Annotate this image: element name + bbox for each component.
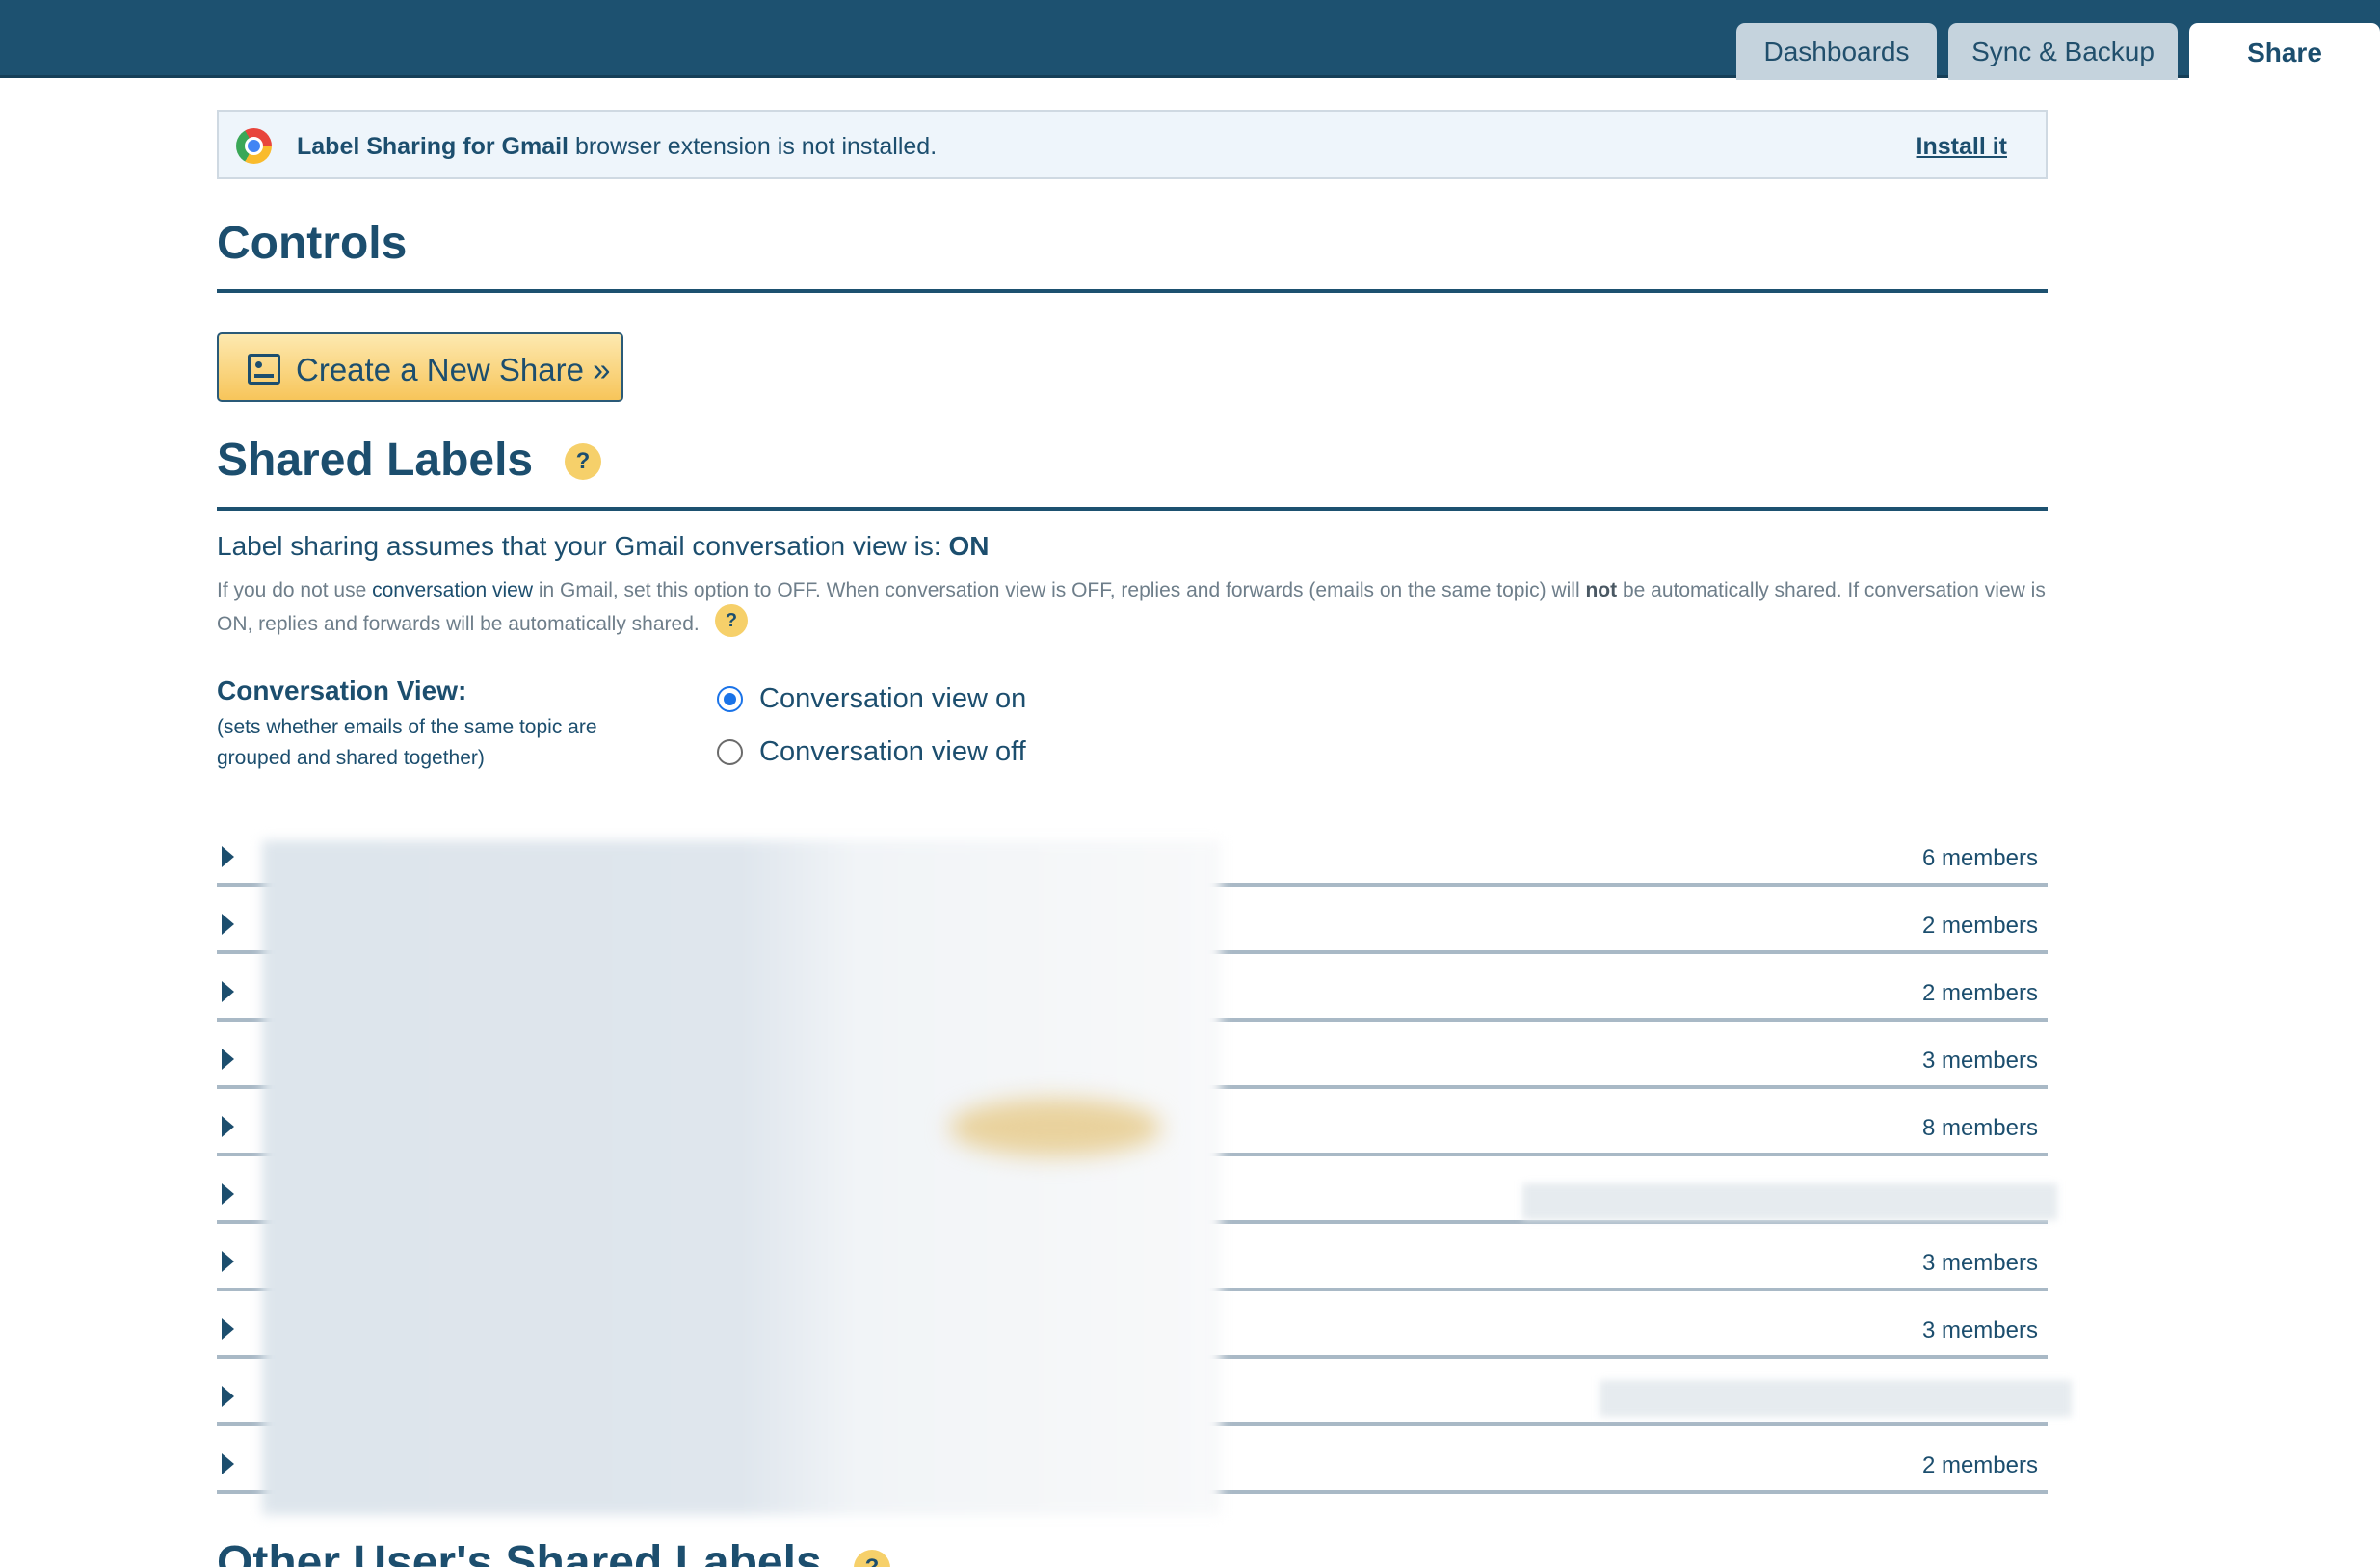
conversation-view-label: Conversation View: xyxy=(217,676,467,705)
tab-share[interactable]: Share xyxy=(2189,23,2380,83)
shared-labels-divider xyxy=(217,507,2048,511)
help-icon[interactable]: ? xyxy=(854,1550,890,1567)
member-count: 6 members xyxy=(1921,845,2038,871)
conversation-view-on-option[interactable]: Conversation view on xyxy=(717,683,1026,715)
expand-arrow-icon[interactable] xyxy=(222,1251,234,1272)
radio-button[interactable] xyxy=(717,739,743,765)
expand-arrow-icon[interactable] xyxy=(222,981,234,1002)
extension-name: Label Sharing for Gmail xyxy=(297,133,569,160)
member-count: 2 members xyxy=(1921,913,2038,939)
para-emphasis: not xyxy=(1585,579,1618,601)
para-text: in Gmail, set this option to OFF. When c… xyxy=(533,579,1586,601)
option-label: Conversation view on xyxy=(759,683,1027,714)
radio-button-selected[interactable] xyxy=(717,686,743,712)
expand-arrow-icon[interactable] xyxy=(222,1453,234,1474)
member-count: 3 members xyxy=(1921,1317,2038,1343)
expand-arrow-icon[interactable] xyxy=(222,1386,234,1407)
member-count: 2 members xyxy=(1921,980,2038,1006)
para-text: If you do not use xyxy=(217,579,373,601)
redacted-text-strip xyxy=(1600,1380,2072,1417)
expand-arrow-icon[interactable] xyxy=(222,1318,234,1340)
conversation-view-off-option[interactable]: Conversation view off xyxy=(717,736,1026,768)
contact-card-icon xyxy=(248,354,280,385)
member-count: 3 members xyxy=(1921,1250,2038,1276)
controls-divider xyxy=(217,289,2048,293)
tab-sync-backup[interactable]: Sync & Backup xyxy=(1948,23,2178,80)
top-navigation-bar: Dashboards Sync & Backup Share xyxy=(0,0,2380,83)
conversation-view-description: (sets whether emails of the same topic a… xyxy=(217,716,597,769)
expand-arrow-icon[interactable] xyxy=(222,1183,234,1205)
notice-text: Label Sharing for Gmail browser extensio… xyxy=(297,133,937,161)
option-label: Conversation view off xyxy=(759,736,1026,767)
expand-arrow-icon[interactable] xyxy=(222,914,234,935)
shared-labels-heading: Shared Labels xyxy=(217,435,534,486)
other-users-shared-labels-heading: Other User's Shared Labels xyxy=(217,1537,822,1567)
expand-arrow-icon[interactable] xyxy=(222,1049,234,1070)
conversation-view-assumption: Label sharing assumes that your Gmail co… xyxy=(217,531,989,562)
assume-value: ON xyxy=(948,531,990,561)
member-count: 3 members xyxy=(1921,1048,2038,1074)
conversation-view-link[interactable]: conversation view xyxy=(372,579,533,601)
help-icon[interactable]: ? xyxy=(715,604,748,637)
redacted-highlight xyxy=(949,1099,1161,1156)
tab-dashboards[interactable]: Dashboards xyxy=(1736,23,1937,80)
expand-arrow-icon[interactable] xyxy=(222,1116,234,1137)
conversation-view-explanation: If you do not use conversation view in G… xyxy=(217,573,2048,641)
create-new-share-button[interactable]: Create a New Share » xyxy=(217,332,623,402)
extension-notice-bar: Label Sharing for Gmail browser extensio… xyxy=(217,110,2048,179)
install-link[interactable]: Install it xyxy=(1917,133,2007,161)
create-button-label: Create a New Share » xyxy=(296,352,611,387)
chrome-icon xyxy=(236,128,272,164)
redacted-region xyxy=(262,840,1221,1515)
member-count: 8 members xyxy=(1921,1115,2038,1141)
help-icon[interactable]: ? xyxy=(565,443,601,480)
member-count: 2 members xyxy=(1921,1452,2038,1478)
controls-heading: Controls xyxy=(217,218,408,269)
notice-message: browser extension is not installed. xyxy=(569,133,938,160)
redacted-text-strip xyxy=(1522,1183,2057,1220)
assume-text: Label sharing assumes that your Gmail co… xyxy=(217,531,949,561)
expand-arrow-icon[interactable] xyxy=(222,846,234,867)
